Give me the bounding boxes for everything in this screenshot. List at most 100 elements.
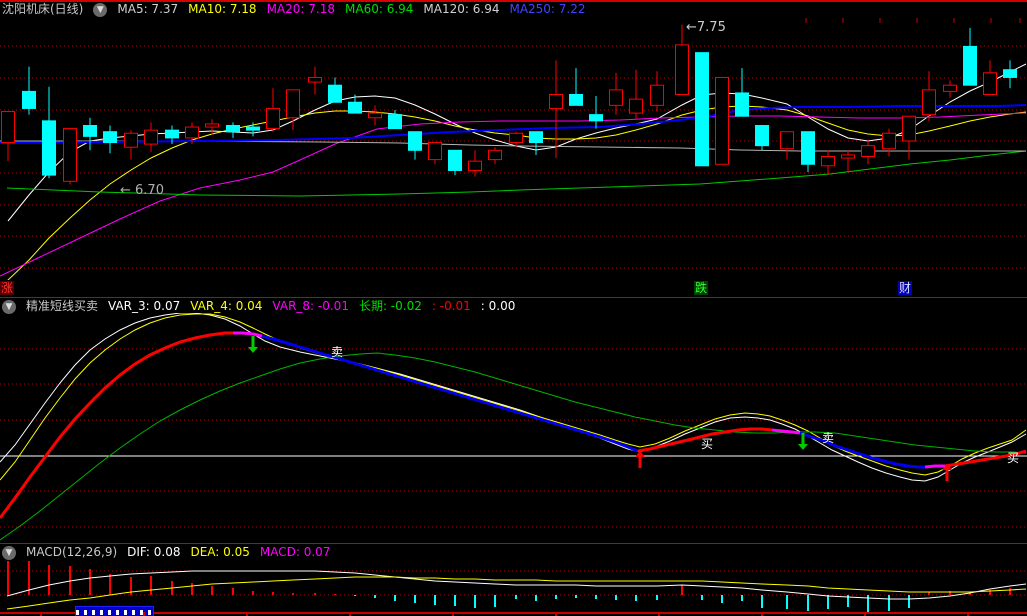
dea-line xyxy=(6,576,1027,610)
candle-body xyxy=(368,112,382,119)
dif-value: DIF: 0.08 xyxy=(127,545,181,559)
macd-header: ▼ MACD(12,26,9) DIF: 0.08 DEA: 0.05 MACD… xyxy=(2,545,330,560)
candle-body xyxy=(509,132,523,144)
buy-sell-indicator-chart[interactable]: 卖买 卖买 xyxy=(0,313,1027,542)
candle-body xyxy=(165,129,179,139)
candle-body xyxy=(83,125,97,137)
ma10-legend: MA10: 7.18 xyxy=(188,2,257,16)
time-axis-tick xyxy=(555,612,557,616)
candle-body xyxy=(695,52,709,167)
status-badge-fall[interactable]: 跌 xyxy=(694,281,708,295)
buy-sell-label: 卖 xyxy=(331,345,343,359)
signal-line-segment xyxy=(924,464,945,469)
chevron-down-icon[interactable]: ▼ xyxy=(2,545,16,560)
signal-line-segment xyxy=(261,334,639,453)
candle-body xyxy=(448,149,462,171)
candle-body xyxy=(922,89,936,116)
date-tooltip-partial-text xyxy=(76,610,153,615)
ma60-legend: MA60: 6.94 xyxy=(345,2,414,16)
buy-sell-label: 卖 xyxy=(822,431,834,445)
candle-body xyxy=(821,156,835,167)
var3-value: VAR_3: 0.07 xyxy=(108,299,181,313)
time-axis-tick xyxy=(349,612,351,616)
candle-body xyxy=(103,131,117,144)
indicator-line-slow-green xyxy=(0,352,1027,541)
ma250-legend: MA250: 7.22 xyxy=(509,2,586,16)
candle-body xyxy=(408,131,422,151)
candle-body xyxy=(841,154,855,159)
panel-separator xyxy=(0,297,1027,298)
status-badge-rise[interactable]: 涨 xyxy=(0,281,14,295)
candle-body xyxy=(902,115,916,142)
buy-sell-label: 买 xyxy=(1007,451,1019,465)
indicator-name: 精准短线买卖 xyxy=(26,299,99,313)
candle-body xyxy=(589,114,603,122)
stock-title: 沈阳机床(日线) xyxy=(2,2,84,16)
candle-body xyxy=(529,131,543,144)
chevron-down-icon[interactable]: ▼ xyxy=(2,299,16,314)
ma120-legend: MA120: 6.94 xyxy=(423,2,500,16)
white-value: : 0.00 xyxy=(480,299,516,313)
candle-body xyxy=(650,84,664,106)
ma5-legend: MA5: 7.37 xyxy=(117,2,179,16)
macd-value: MACD: 0.07 xyxy=(259,545,331,559)
red-value: : -0.01 xyxy=(431,299,471,313)
candle-body xyxy=(943,84,957,92)
candle-body xyxy=(715,76,729,165)
candle-body xyxy=(42,120,56,176)
buy-sell-label: 买 xyxy=(701,437,713,451)
ma20-legend: MA20: 7.18 xyxy=(266,2,335,16)
chevron-down-icon[interactable]: ▼ xyxy=(93,2,108,17)
candle-body xyxy=(124,132,138,148)
time-axis-tick xyxy=(143,612,145,616)
candle-body xyxy=(549,94,563,109)
candle-body xyxy=(755,125,769,147)
main-chart-header: 沈阳机床(日线) ▼ MA5: 7.37 MA10: 7.18 MA20: 7.… xyxy=(2,2,586,17)
candle-body xyxy=(22,90,36,109)
candle-body xyxy=(226,125,240,133)
bottom-axis-line xyxy=(0,612,1027,614)
candle-body xyxy=(861,145,875,157)
candle-body xyxy=(388,114,402,130)
candle-body xyxy=(1003,69,1017,78)
candle-body xyxy=(1,111,15,144)
candle-body xyxy=(428,142,442,161)
candle-body xyxy=(266,107,280,130)
candle-body xyxy=(328,84,342,103)
candle-body xyxy=(801,131,815,165)
time-axis-tick xyxy=(967,612,969,616)
candle-body xyxy=(882,132,896,150)
indicator-line-fast-yellow xyxy=(0,313,1027,481)
candle-body xyxy=(185,126,199,139)
candle-body xyxy=(63,128,77,182)
panel-separator xyxy=(0,543,1027,544)
time-axis-tick xyxy=(658,612,660,616)
candle-body xyxy=(348,101,362,114)
time-axis-tick xyxy=(761,612,763,616)
signal-line-segment xyxy=(233,331,263,338)
candle-body xyxy=(205,123,219,128)
candle-body xyxy=(609,89,623,106)
signal-line-segment xyxy=(799,431,925,469)
var8-value: VAR_8: -0.01 xyxy=(272,299,349,313)
candle-body xyxy=(963,45,977,86)
candle-body xyxy=(780,131,794,150)
candle-body xyxy=(488,149,502,161)
candle-body xyxy=(675,44,689,95)
macd-chart[interactable] xyxy=(0,561,1027,612)
candle-body xyxy=(308,76,322,83)
dea-value: DEA: 0.05 xyxy=(190,545,250,559)
time-axis-tick xyxy=(864,612,866,616)
main-candlestick-chart[interactable]: ←7.75 ← 6.70 xyxy=(0,18,1027,280)
time-axis-tick xyxy=(452,612,454,616)
time-axis-tick xyxy=(246,612,248,616)
stock-app-window: 沈阳机床(日线) ▼ MA5: 7.37 MA10: 7.18 MA20: 7.… xyxy=(0,0,1027,616)
signal-line-segment xyxy=(0,331,233,519)
sell-arrow-icon xyxy=(248,347,258,353)
status-badge-finance[interactable]: 财 xyxy=(898,281,912,295)
sell-arrow-icon xyxy=(798,444,808,450)
indicator-header: ▼ 精准短线买卖 VAR_3: 0.07 VAR_4: 0.04 VAR_8: … xyxy=(2,299,515,314)
price-annotation: ← 6.70 xyxy=(120,183,164,198)
longterm-value: 长期: -0.02 xyxy=(358,299,422,313)
candle-body xyxy=(246,126,260,131)
